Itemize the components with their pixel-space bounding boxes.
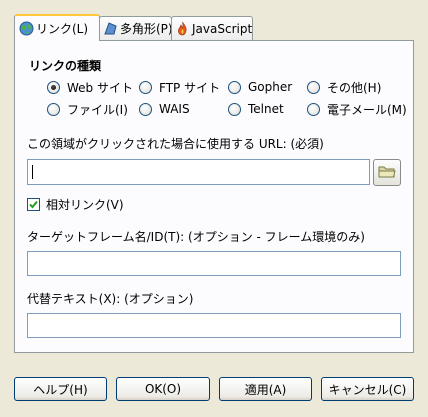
url-field-label: この領域がクリックされた場合に使用する URL: (必須) (27, 137, 324, 151)
radio-indicator (228, 80, 241, 94)
target-frame-label: ターゲットフレーム名/ID(T): (オプション - フレーム環境のみ) (27, 230, 365, 244)
globe-icon (18, 21, 34, 37)
radio-label: WAIS (159, 102, 190, 116)
radio-label: FTP サイト (159, 80, 221, 95)
tab-javascript[interactable]: JavaScript (171, 16, 253, 40)
radio-email[interactable]: 電子メール(M) (307, 101, 407, 117)
tab-link[interactable]: リンク(L) (14, 14, 100, 41)
tab-javascript-label: JavaScript (192, 21, 253, 36)
tab-polygon[interactable]: 多角形(P) (99, 16, 173, 40)
radio-gopher[interactable]: Gopher (228, 79, 292, 95)
radio-indicator (47, 102, 60, 116)
relative-link-checkbox[interactable]: 相対リンク(V) (27, 196, 124, 213)
alt-text-label: 代替テキスト(X): (オプション) (27, 292, 194, 306)
radio-web-site[interactable]: Web サイト (47, 79, 133, 95)
tab-polygon-label: 多角形(P) (120, 22, 173, 36)
radio-wais[interactable]: WAIS (139, 101, 190, 117)
help-button[interactable]: ヘルプ(H) (14, 377, 107, 401)
url-input[interactable] (27, 159, 370, 185)
text-caret (32, 165, 33, 179)
radio-label: Gopher (248, 80, 293, 94)
ok-button[interactable]: OK(O) (116, 377, 210, 401)
radio-label: ファイル(I) (67, 102, 128, 117)
polygon-icon (103, 21, 118, 37)
radio-telnet[interactable]: Telnet (228, 101, 284, 117)
alt-text-input[interactable] (27, 313, 401, 338)
radio-file[interactable]: ファイル(I) (47, 101, 128, 117)
cancel-button[interactable]: キャンセル(C) (321, 377, 414, 401)
radio-indicator (307, 102, 320, 116)
link-tab-panel: リンクの種類 Web サイト FTP サイト Gopher その他(H) ファイ… (14, 40, 414, 353)
radio-label: 電子メール(M) (327, 102, 407, 117)
target-frame-input[interactable] (27, 251, 401, 276)
radio-ftp-site[interactable]: FTP サイト (139, 79, 220, 95)
folder-icon (378, 164, 396, 182)
relative-link-label: 相対リンク(V) (46, 198, 124, 212)
radio-indicator (47, 80, 60, 94)
tab-link-label: リンク(L) (36, 22, 89, 36)
browse-folder-button[interactable] (373, 159, 401, 186)
checkbox-indicator (27, 198, 40, 211)
radio-indicator (139, 80, 152, 94)
radio-label: Web サイト (67, 80, 133, 95)
radio-indicator (307, 80, 320, 94)
radio-indicator (139, 102, 152, 116)
radio-label: Telnet (248, 102, 284, 116)
radio-other[interactable]: その他(H) (307, 79, 381, 95)
javascript-icon (175, 21, 190, 37)
link-type-title: リンクの種類 (29, 59, 102, 73)
apply-button[interactable]: 適用(A) (219, 377, 312, 401)
radio-indicator (228, 102, 241, 116)
radio-label: その他(H) (327, 80, 382, 95)
